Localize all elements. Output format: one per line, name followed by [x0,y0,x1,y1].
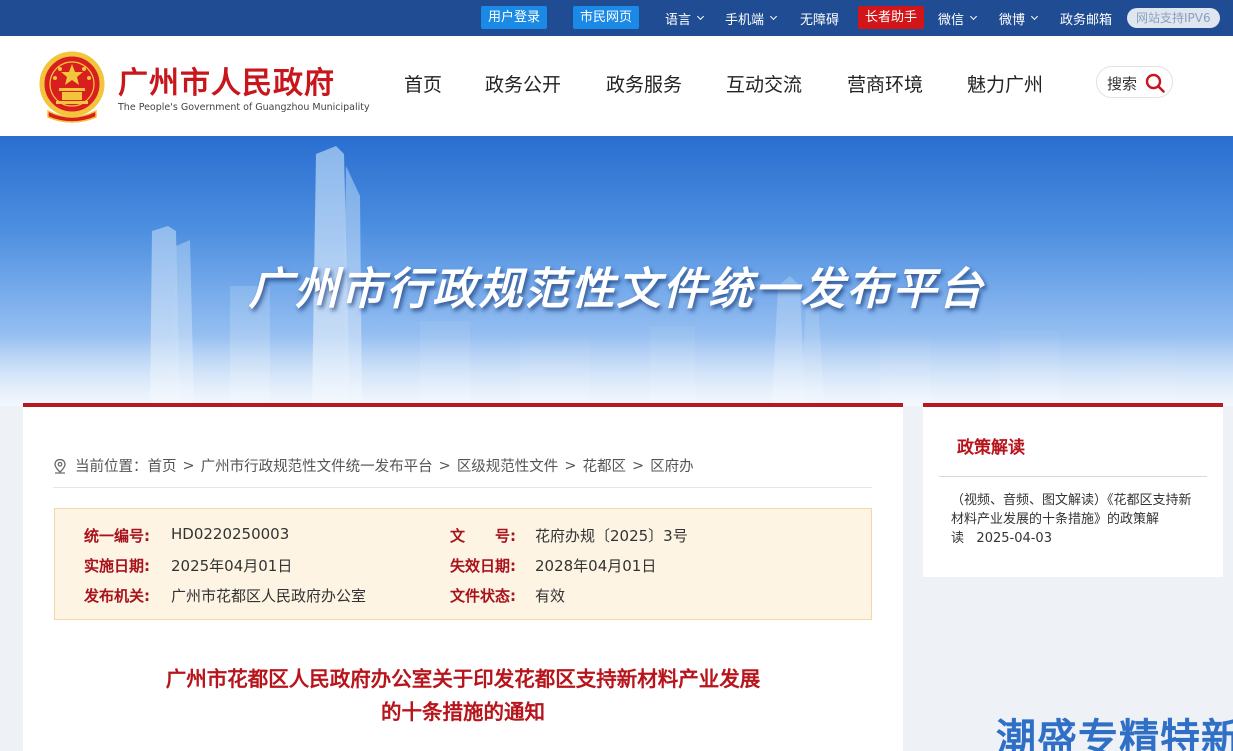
site-header: 广州市人民政府 The People's Government of Guang… [0,36,1233,136]
watermark: 潮盛专精特新 [996,716,1233,751]
breadcrumb-item-district-office[interactable]: 区府办 [650,455,694,476]
language-menu[interactable]: 语言 [665,0,705,36]
document-title-line2: 的十条措施的通知 [381,700,545,724]
issuer-label: 发布机关: [84,587,150,605]
top-bar: 用户登录 市民网页 语言 手机端 无障碍 长者助手 微信 微博 政务邮箱 网站支… [0,0,1233,36]
document-title-line1: 广州市花都区人民政府办公室关于印发花都区支持新材料产业发展 [165,667,761,691]
site-subtitle: The People's Government of Guangzhou Mun… [118,102,370,113]
issuer-value: 广州市花都区人民政府办公室 [171,587,367,605]
chevron-down-icon [969,12,978,20]
policy-item-date: 2025-04-03 [976,531,1052,546]
mobile-menu[interactable]: 手机端 [725,0,778,36]
banner: 广州市行政规范性文件统一发布平台 [0,136,1233,406]
gov-mail-link[interactable]: 政务邮箱 [1060,0,1112,36]
login-button[interactable]: 用户登录 [481,6,548,29]
chevron-down-icon [696,12,705,20]
expiry-date-value: 2028年04月01日 [535,557,657,575]
weibo-label: 微博 [999,12,1026,28]
language-label: 语言 [665,12,692,28]
national-emblem-icon [39,51,105,123]
breadcrumb-item-home[interactable]: 首页 [148,455,177,476]
status-value: 有效 [535,587,566,605]
breadcrumb-separator: > [182,457,195,474]
policy-interpretation-link[interactable]: （视频、音频、图文解读）《花都区支持新材料产业发展的十条措施》的政策解读 202… [951,491,1201,548]
elder-assistant-button[interactable]: 长者助手 [858,6,925,29]
breadcrumb-separator: > [564,457,577,474]
policy-interpretation-panel: 政策解读 （视频、音频、图文解读）《花都区支持新材料产业发展的十条措施》的政策解… [923,403,1223,577]
citizen-page-button[interactable]: 市民网页 [573,6,640,29]
effective-date-value: 2025年04月01日 [171,557,293,575]
divider [939,476,1207,477]
accessibility-link[interactable]: 无障碍 [800,0,839,36]
weibo-menu[interactable]: 微博 [999,0,1039,36]
nav-charm-guangzhou[interactable]: 魅力广州 [967,70,1043,97]
nav-gov-affairs-open[interactable]: 政务公开 [485,70,561,97]
mobile-label: 手机端 [725,12,765,28]
breadcrumb-separator: > [438,457,451,474]
side-panel-title: 政策解读 [957,438,1025,458]
document-title: 广州市花都区人民政府办公室关于印发花都区支持新材料产业发展 的十条措施的通知 [23,663,903,729]
banner-title: 广州市行政规范性文件统一发布平台 [248,264,985,315]
breadcrumb-item-platform[interactable]: 广州市行政规范性文件统一发布平台 [201,455,433,476]
nav-business-environment[interactable]: 营商环境 [847,70,923,97]
wechat-menu[interactable]: 微信 [938,0,978,36]
effective-date-label: 实施日期: [84,557,150,575]
breadcrumb: 当前位置： 首页 > 广州市行政规范性文件统一发布平台 > 区级规范性文件 > … [53,455,694,476]
breadcrumb-item-district-docs[interactable]: 区级规范性文件 [457,455,559,476]
breadcrumb-prefix: 当前位置： [75,459,148,475]
main-panel: 当前位置： 首页 > 广州市行政规范性文件统一发布平台 > 区级规范性文件 > … [23,403,903,751]
status-label: 文件状态: [450,587,516,605]
nav-home[interactable]: 首页 [404,70,442,97]
breadcrumb-separator: > [631,457,645,474]
search-button[interactable]: 搜索 [1096,66,1173,98]
nav-gov-services[interactable]: 政务服务 [606,70,682,97]
serial-label: 统一编号: [84,527,150,545]
docno-label: 文 号: [450,527,516,545]
site-title[interactable]: 广州市人民政府 [118,58,335,102]
chevron-down-icon [769,12,778,20]
chevron-down-icon [1030,12,1039,20]
docno-value: 花府办规〔2025〕3号 [535,527,688,545]
expiry-date-label: 失效日期: [450,557,516,575]
document-meta-box: 统一编号: HD0220250003 文 号: 花府办规〔2025〕3号 实施日… [54,508,872,620]
ipv6-badge: 网站支持IPV6 [1127,8,1220,28]
nav-interaction[interactable]: 互动交流 [726,70,802,97]
location-pin-icon [54,458,66,474]
serial-value: HD0220250003 [171,525,290,543]
search-icon [1145,73,1165,93]
divider [53,487,872,488]
search-label: 搜索 [1107,75,1138,93]
breadcrumb-item-huadu[interactable]: 花都区 [582,455,626,476]
wechat-label: 微信 [938,12,965,28]
